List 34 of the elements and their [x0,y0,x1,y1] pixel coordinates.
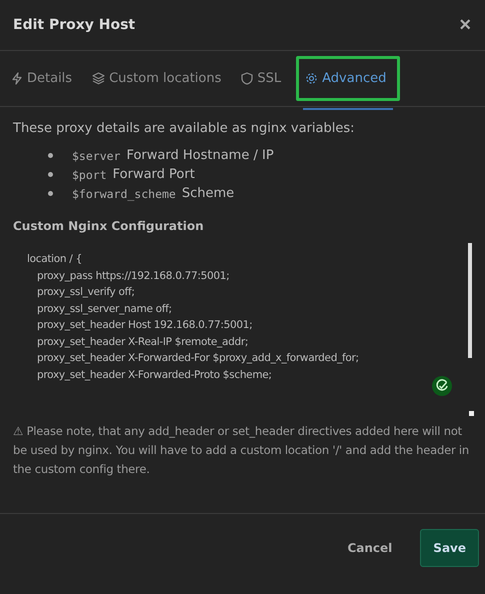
check-circle-icon [432,376,452,396]
settings-icon [305,72,318,85]
tab[interactable]: Details [6,56,84,101]
code-line: location / { [27,253,83,265]
warning-note: ⚠ Please note, that any add_header or set_header directives added here will not be used by nginx. You will have to add a custom location '/' and add the header in the custom config there. [13,423,470,478]
code-line: proxy_ssl_verify off; [36,286,136,298]
resize-handle[interactable] [469,411,474,416]
tab[interactable]: SSL [236,56,292,101]
code-line: proxy_pass https://192.168.0.77:5001; [36,270,230,282]
variable-description: Scheme [182,186,234,201]
window-title: Edit Proxy Host [13,17,136,33]
code-line: proxy_set_header X-Forwarded-For $proxy_add_x_forwarded_for; [36,352,360,364]
code-line: proxy_ssl_server_name off; [36,302,173,314]
variable-name: $server [72,148,120,162]
cancel-button[interactable]: Cancel [335,530,404,566]
code-line: proxy_set_header X-Real-IP $remote_addr; [36,336,250,348]
variable-name: $port [72,168,107,182]
variable-description: Forward Port [112,167,195,182]
bullet-icon [48,153,53,158]
scrollbar[interactable] [468,243,472,358]
bullet-icon [48,191,53,196]
intro-text: These proxy details are available as nginx variables: [13,121,356,136]
layers-icon [92,72,106,85]
variable-description: Forward Hostname / IP [126,148,274,163]
tab[interactable]: Custom locations [87,56,232,101]
shield-icon [241,72,254,85]
close-button[interactable]: × [457,14,473,36]
code-line: proxy_set_header Host 192.168.0.77:5001; [36,319,254,331]
save-button[interactable]: Save [420,529,479,567]
variable-name: $forward_scheme [72,186,176,200]
field-label: Custom Nginx Configuration [13,219,205,233]
code-line: proxy_set_header X-Forwarded-Proto $scheme; [36,368,273,380]
bullet-icon [48,172,53,177]
bolt-icon [11,72,23,85]
